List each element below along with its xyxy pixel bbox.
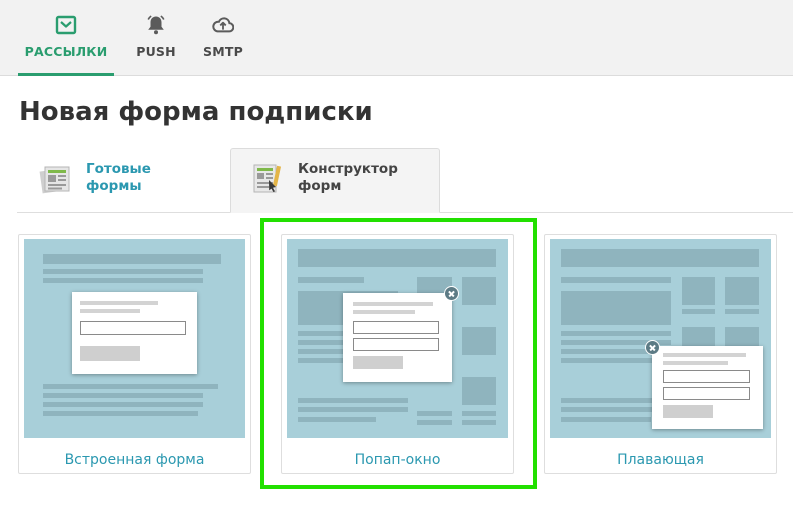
embedded-form-preview xyxy=(24,239,245,438)
tab-ready-forms[interactable]: Готовые формы xyxy=(18,148,223,213)
tab-label-form-builder: Конструктор форм xyxy=(298,161,398,194)
nav-item-smtp[interactable]: SMTP xyxy=(196,0,250,76)
nav-label-push: PUSH xyxy=(136,44,176,59)
top-navigation: РАССЫЛКИ PUSH SMTP xyxy=(0,0,793,76)
card-caption-embedded: Встроенная форма xyxy=(64,452,205,468)
floating-form-preview xyxy=(550,239,771,438)
card-embedded-form[interactable]: Встроенная форма xyxy=(18,234,251,474)
nav-label-smtp: SMTP xyxy=(203,44,243,59)
close-icon xyxy=(444,286,459,301)
popup-window-preview xyxy=(287,239,508,438)
card-caption-floating: Плавающая xyxy=(617,452,704,468)
nav-item-mailings[interactable]: РАССЫЛКИ xyxy=(18,0,114,76)
ready-forms-icon xyxy=(39,166,70,194)
tab-form-builder[interactable]: Конструктор форм xyxy=(230,148,440,213)
page-title: Новая форма подписки xyxy=(19,97,373,127)
close-icon xyxy=(645,340,660,355)
form-builder-icon xyxy=(253,164,282,193)
card-caption-popup: Попап-окно xyxy=(354,452,441,468)
card-floating-form[interactable]: Плавающая xyxy=(544,234,777,474)
card-popup-window[interactable]: Попап-окно xyxy=(281,234,514,474)
tab-label-ready-forms: Готовые формы xyxy=(86,161,151,194)
nav-item-push[interactable]: PUSH xyxy=(128,0,184,76)
envelope-icon xyxy=(55,15,77,35)
nav-label-mailings: РАССЫЛКИ xyxy=(24,44,108,59)
bell-icon xyxy=(147,15,165,35)
cloud-upload-icon xyxy=(212,17,234,33)
